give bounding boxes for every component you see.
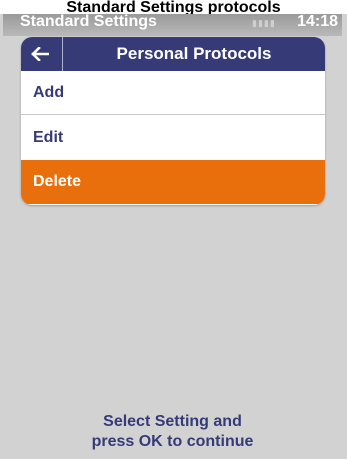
device-screen: Standard Settings ▮▮▮▮ 14:18 Personal Pr…: [3, 14, 342, 459]
menu-panel: Personal Protocols Add Edit Delete: [21, 37, 325, 205]
arrow-left-icon: [31, 47, 49, 61]
status-bar: Standard Settings ▮▮▮▮ 14:18: [3, 14, 342, 36]
instruction-line-1: Select Setting and: [103, 413, 242, 430]
clock-time: 14:18: [297, 14, 338, 30]
menu-header: Personal Protocols: [21, 37, 325, 71]
instruction-line-2: press OK to continue: [91, 433, 254, 450]
back-button[interactable]: [21, 37, 63, 71]
window-caption: Standard Settings protocols: [0, 0, 347, 14]
menu-item-add[interactable]: Add: [21, 71, 325, 115]
battery-icon: ▮▮▮▮: [252, 18, 276, 28]
status-title: Standard Settings: [20, 14, 157, 30]
menu-item-delete[interactable]: Delete: [21, 160, 325, 204]
instruction-text: Select Setting and press OK to continue: [3, 412, 342, 452]
page-title: Personal Protocols: [116, 44, 272, 63]
menu-item-edit[interactable]: Edit: [21, 116, 325, 160]
